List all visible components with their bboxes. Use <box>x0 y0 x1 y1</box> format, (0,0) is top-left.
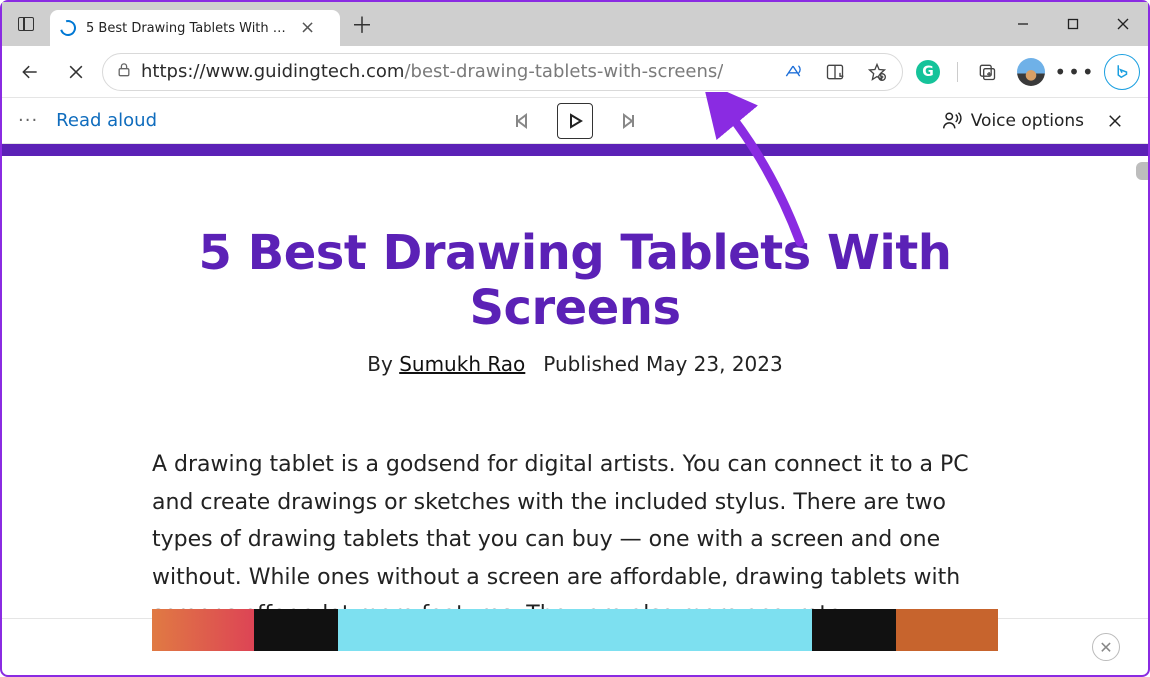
voice-options-label: Voice options <box>971 111 1084 131</box>
read-aloud-bar: ··· Read aloud Voice options <box>2 98 1148 144</box>
read-aloud-close-button[interactable] <box>1098 104 1132 138</box>
favorite-icon[interactable] <box>860 55 894 89</box>
scrollbar-thumb[interactable] <box>1136 162 1148 180</box>
browser-tab[interactable]: 5 Best Drawing Tablets With Scre × <box>50 10 340 46</box>
profile-button[interactable] <box>1012 53 1050 91</box>
panel-icon <box>18 17 34 31</box>
read-aloud-icon[interactable] <box>776 55 810 89</box>
read-aloud-label[interactable]: Read aloud <box>56 110 157 131</box>
stop-button[interactable] <box>56 52 96 92</box>
tab-close-button[interactable]: × <box>296 17 319 39</box>
settings-more-button[interactable]: ••• <box>1056 53 1094 91</box>
publish-date: Published May 23, 2023 <box>543 352 782 376</box>
bing-icon <box>1113 63 1131 81</box>
bing-chat-button[interactable] <box>1104 54 1140 90</box>
article-content: 5 Best Drawing Tablets With Screens By S… <box>2 156 1148 653</box>
article-headline: 5 Best Drawing Tablets With Screens <box>152 226 998 336</box>
new-tab-button[interactable]: ＋ <box>340 2 384 46</box>
more-dots-icon: ••• <box>1054 60 1095 84</box>
reader-view-icon[interactable] <box>818 55 852 89</box>
collections-button[interactable] <box>968 53 1006 91</box>
read-aloud-play-button[interactable] <box>557 103 593 139</box>
url-host: https://www.guidingtech.com <box>141 61 404 82</box>
tab-actions-button[interactable] <box>2 2 50 46</box>
maximize-button[interactable] <box>1048 2 1098 46</box>
grammarly-icon: G <box>916 60 940 84</box>
read-aloud-prev-button[interactable] <box>505 105 537 137</box>
read-aloud-next-button[interactable] <box>613 105 645 137</box>
address-bar[interactable]: https://www.guidingtech.com/best-drawing… <box>102 53 903 91</box>
toolbar-divider <box>957 62 958 82</box>
image-banner <box>152 609 998 651</box>
browser-toolbar: https://www.guidingtech.com/best-drawing… <box>2 46 1148 98</box>
author-link[interactable]: Sumukh Rao <box>399 352 525 376</box>
article-paragraph: A drawing tablet is a godsend for digita… <box>152 446 998 633</box>
url-path: /best-drawing-tablets-with-screens/ <box>404 61 723 82</box>
grammarly-extension[interactable]: G <box>909 53 947 91</box>
url-text: https://www.guidingtech.com/best-drawing… <box>141 61 723 82</box>
window-titlebar: 5 Best Drawing Tablets With Scre × ＋ <box>2 2 1148 46</box>
window-controls <box>998 2 1148 46</box>
tab-title: 5 Best Drawing Tablets With Scre <box>86 21 286 36</box>
avatar-icon <box>1017 58 1045 86</box>
lock-icon <box>117 62 131 82</box>
ad-close-button[interactable]: ✕ <box>1092 633 1120 661</box>
back-button[interactable] <box>10 52 50 92</box>
voice-icon <box>941 110 963 132</box>
window-close-button[interactable] <box>1098 2 1148 46</box>
read-aloud-overflow-button[interactable]: ··· <box>18 110 38 131</box>
voice-options-button[interactable]: Voice options <box>941 110 1084 132</box>
minimize-button[interactable] <box>998 2 1048 46</box>
article-byline: By Sumukh Rao Published May 23, 2023 <box>152 352 998 376</box>
favicon-loading-icon <box>60 20 76 36</box>
site-accent-strip <box>2 144 1148 156</box>
